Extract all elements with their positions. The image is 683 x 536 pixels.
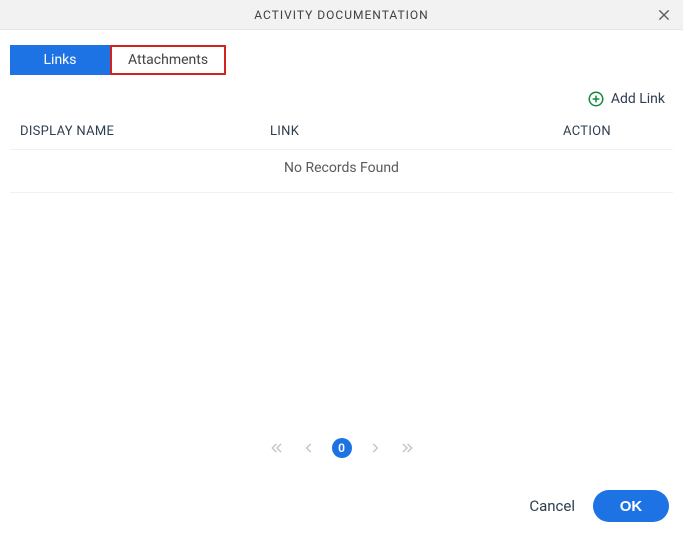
close-icon bbox=[656, 7, 672, 23]
page-current[interactable]: 0 bbox=[332, 438, 352, 458]
page-first-button[interactable] bbox=[268, 439, 286, 457]
dialog-header: ACTIVITY DOCUMENTATION bbox=[0, 0, 683, 30]
table: DISPLAY NAME LINK ACTION No Records Foun… bbox=[10, 116, 673, 193]
chevron-double-right-icon bbox=[400, 441, 414, 455]
col-link: LINK bbox=[270, 124, 563, 139]
close-button[interactable] bbox=[655, 6, 673, 24]
empty-message: No Records Found bbox=[10, 150, 673, 193]
page-next-button[interactable] bbox=[366, 439, 384, 457]
plus-circle-icon bbox=[587, 90, 605, 108]
add-link-button[interactable]: Add Link bbox=[0, 90, 665, 108]
add-link-label: Add Link bbox=[611, 91, 665, 107]
dialog-title: ACTIVITY DOCUMENTATION bbox=[254, 8, 428, 22]
tab-links-label: Links bbox=[44, 52, 77, 68]
chevron-left-icon bbox=[302, 441, 316, 455]
page-current-label: 0 bbox=[338, 441, 345, 455]
ok-button[interactable]: OK bbox=[593, 490, 669, 522]
chevron-right-icon bbox=[368, 441, 382, 455]
table-header: DISPLAY NAME LINK ACTION bbox=[10, 116, 673, 150]
page-prev-button[interactable] bbox=[300, 439, 318, 457]
tab-bar: Links Attachments bbox=[10, 45, 683, 75]
chevron-double-left-icon bbox=[270, 441, 284, 455]
footer-actions: Cancel OK bbox=[529, 490, 669, 522]
col-action: ACTION bbox=[563, 124, 663, 139]
pagination: 0 bbox=[0, 438, 683, 458]
page-last-button[interactable] bbox=[398, 439, 416, 457]
col-display-name: DISPLAY NAME bbox=[20, 124, 270, 139]
cancel-button[interactable]: Cancel bbox=[529, 497, 575, 515]
tab-links[interactable]: Links bbox=[10, 45, 110, 75]
tab-attachments-label: Attachments bbox=[128, 52, 208, 68]
tab-attachments[interactable]: Attachments bbox=[110, 45, 226, 75]
